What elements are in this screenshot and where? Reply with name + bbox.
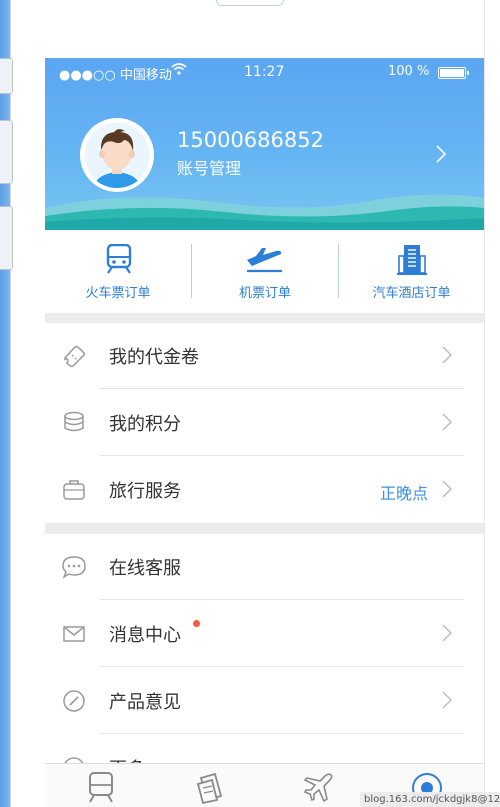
plane-tab-icon[interactable]	[303, 772, 335, 807]
divider	[99, 666, 464, 667]
status-time: 11:27	[244, 64, 285, 80]
train-icon	[105, 243, 133, 278]
menu-item-travel-service[interactable]: 旅行服务 正晚点	[45, 457, 484, 523]
menu-label: 旅行服务	[109, 481, 181, 502]
status-bar: ●●●○○ 中国移动 11:27 100 %	[45, 58, 484, 86]
order-shortcuts: 火车票订单 机票订单 汽车酒店订单	[45, 230, 484, 313]
wifi-icon	[171, 63, 187, 79]
train-orders-label: 火车票订单	[85, 286, 151, 301]
menu-item-online-service[interactable]: 在线客服	[45, 534, 484, 600]
menu-group-wallet: 我的代金卷 我的积分 旅行服务 正晚点	[45, 323, 484, 523]
menu-label: 消息中心	[109, 625, 181, 646]
chevron-right-icon	[441, 479, 453, 503]
divider	[99, 599, 464, 600]
account-management-label[interactable]: 账号管理	[177, 155, 241, 179]
phone-screen: ●●●○○ 中国移动 11:27 100 % 15000686852 账号管理 …	[45, 58, 484, 807]
divider	[99, 733, 464, 734]
profile-header[interactable]: ●●●○○ 中国移动 11:27 100 % 15000686852 账号管理	[45, 58, 484, 230]
unread-badge-dot	[193, 620, 200, 627]
header-wave-decoration	[45, 194, 484, 230]
chevron-right-icon	[441, 623, 453, 647]
hotel-building-icon	[397, 244, 427, 280]
menu-label: 我的代金卷	[109, 347, 199, 368]
device-frame-right	[484, 0, 485, 807]
carrier-label: ●●●○○ 中国移动	[59, 68, 172, 83]
divider	[99, 388, 464, 389]
battery-percent: 100 %	[388, 64, 430, 79]
chevron-right-icon	[441, 412, 453, 436]
device-top-speaker	[216, 0, 284, 6]
airplane-icon	[244, 244, 284, 278]
divider	[99, 455, 464, 456]
section-gap	[45, 313, 484, 323]
watermark-text: blog.163.com/jckdgjk8@126	[360, 792, 500, 807]
user-phone-number: 15000686852	[177, 128, 324, 152]
luggage-icon	[61, 478, 87, 506]
device-volume-down-button	[0, 206, 13, 270]
chat-bubble-icon	[61, 555, 87, 583]
train-ticket-orders[interactable]: 火车票订单	[45, 230, 191, 313]
menu-label: 我的积分	[109, 414, 181, 435]
train-tab-icon[interactable]	[87, 772, 115, 807]
menu-item-message-center[interactable]: 消息中心	[45, 601, 484, 667]
chevron-right-icon[interactable]	[435, 144, 447, 168]
bus-hotel-orders[interactable]: 汽车酒店订单	[339, 230, 484, 313]
flight-delay-status-link[interactable]: 正晚点	[380, 480, 428, 504]
device-volume-up-button	[0, 120, 13, 184]
menu-item-points[interactable]: 我的积分	[45, 390, 484, 456]
menu-item-feedback[interactable]: 产品意见	[45, 668, 484, 734]
chevron-right-icon	[441, 690, 453, 714]
menu-group-support: 在线客服 消息中心 产品意见	[45, 534, 484, 780]
section-gap	[45, 523, 484, 534]
menu-label: 在线客服	[109, 558, 181, 579]
battery-icon	[438, 67, 469, 79]
bus-hotel-orders-label: 汽车酒店订单	[372, 286, 451, 301]
feedback-compass-icon	[61, 689, 87, 717]
mail-icon	[61, 622, 87, 650]
device-side-button	[0, 58, 13, 94]
flight-orders-label: 机票订单	[238, 286, 291, 301]
coins-icon	[61, 411, 87, 439]
chevron-right-icon	[441, 345, 453, 369]
ticket-tab-icon[interactable]	[195, 772, 225, 807]
coupon-icon	[61, 344, 87, 372]
menu-label: 产品意见	[109, 692, 181, 713]
avatar[interactable]	[80, 118, 154, 192]
menu-item-coupons[interactable]: 我的代金卷	[45, 323, 484, 389]
flight-ticket-orders[interactable]: 机票订单	[192, 230, 338, 313]
